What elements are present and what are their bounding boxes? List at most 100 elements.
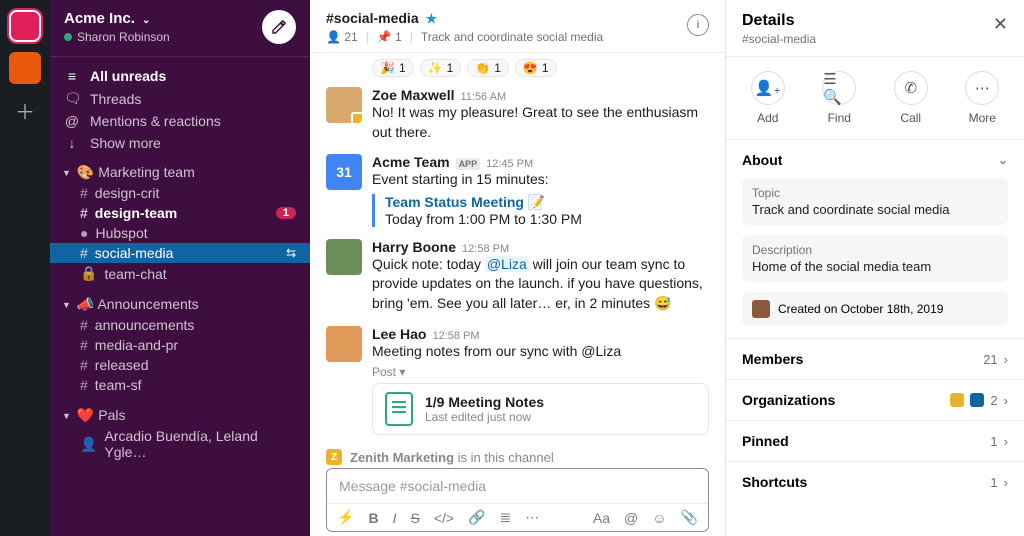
nav-threads[interactable]: 🗨Threads <box>50 87 310 110</box>
post-attachment[interactable]: 1/9 Meeting Notes Last edited just now <box>372 383 709 435</box>
composer-input[interactable]: Message #social-media <box>327 469 708 503</box>
message-row: Lee Hao12:58 PM Meeting notes from our s… <box>326 322 709 444</box>
nav-show-more[interactable]: ↓Show more <box>50 132 310 154</box>
workspace-tile-active[interactable] <box>9 10 41 42</box>
message-time: 11:56 AM <box>460 91 506 103</box>
add-person-icon: 👤₊ <box>751 71 785 105</box>
channel-name: social-media <box>95 245 174 261</box>
workspace-rail: ＋ <box>0 0 50 536</box>
creator-avatar <box>752 300 770 318</box>
close-icon[interactable]: ✕ <box>993 12 1008 35</box>
shortcuts-icon[interactable]: ⚡ <box>337 509 354 526</box>
mention-icon[interactable]: @ <box>624 510 638 526</box>
reaction-pill[interactable]: 👏1 <box>467 59 509 77</box>
details-add-button[interactable]: 👤₊Add <box>751 71 785 125</box>
organizations-row[interactable]: Organizations 2 › <box>726 380 1024 421</box>
strike-icon[interactable]: S <box>410 510 419 526</box>
attach-icon[interactable]: 📎 <box>681 509 698 526</box>
add-workspace-button[interactable]: ＋ <box>9 94 41 126</box>
reaction-pill[interactable]: ✨1 <box>420 59 462 77</box>
more-format-icon[interactable]: ⋯ <box>525 509 539 526</box>
nav-all-unreads[interactable]: ≡All unreads <box>50 65 310 87</box>
description-field[interactable]: Description Home of the social media tea… <box>742 235 1008 282</box>
avatar[interactable]: 31 <box>326 154 362 190</box>
reaction-pill[interactable]: 😍1 <box>515 59 557 77</box>
current-user[interactable]: Sharon Robinson <box>64 30 170 44</box>
doc-title: 1/9 Meeting Notes <box>425 394 544 410</box>
compose-button[interactable] <box>262 10 296 44</box>
channel-title[interactable]: #social-media ★ <box>326 10 603 27</box>
details-more-button[interactable]: ⋯More <box>965 71 999 125</box>
message-author[interactable]: Acme Team <box>372 154 450 170</box>
message-author[interactable]: Harry Boone <box>372 239 456 255</box>
code-icon[interactable]: </> <box>434 510 454 526</box>
doc-subtitle: Last edited just now <box>425 410 544 424</box>
dm-item[interactable]: 👤Arcadio Buendía, Leland Ygle… <box>50 426 310 462</box>
message-author[interactable]: Zoe Maxwell <box>372 87 454 103</box>
link-icon[interactable]: 🔗 <box>468 509 485 526</box>
channel-topic-inline[interactable]: Track and coordinate social media <box>421 30 603 44</box>
download-icon: ↓ <box>64 135 80 151</box>
channel-item[interactable]: #media-and-pr <box>50 335 310 355</box>
avatar[interactable] <box>326 326 362 362</box>
channel-item[interactable]: #design-team1 <box>50 203 310 223</box>
pinned-row[interactable]: Pinned 1 › <box>726 421 1024 462</box>
member-count[interactable]: 👤 21 <box>326 30 358 44</box>
details-find-button[interactable]: ☰🔍Find <box>822 71 856 125</box>
channel-prefix-icon: # <box>80 205 88 221</box>
section-marketing-header[interactable]: ▼🎨 Marketing team <box>50 158 310 183</box>
org-icon <box>970 393 984 407</box>
event-time: Today from 1:00 PM to 1:30 PM <box>385 211 582 227</box>
channel-item[interactable]: ●Hubspot <box>50 223 310 243</box>
event-title[interactable]: Team Status Meeting 📝 <box>385 194 582 211</box>
post-label[interactable]: Post ▾ <box>372 365 709 379</box>
channel-name: design-crit <box>95 185 160 201</box>
topic-field[interactable]: Topic Track and coordinate social media <box>742 178 1008 225</box>
section-pals-header[interactable]: ▼❤️ Pals <box>50 401 310 426</box>
message-body: Meeting notes from our sync with @Liza <box>372 342 709 362</box>
channel-prefix-icon: # <box>80 317 88 333</box>
info-icon[interactable]: i <box>687 14 709 36</box>
section-announcements-header[interactable]: ▼📣 Announcements <box>50 290 310 315</box>
pin-count[interactable]: 📌 1 <box>377 30 402 44</box>
chevron-right-icon: › <box>1004 393 1008 408</box>
members-row[interactable]: Members 21 › <box>726 339 1024 380</box>
channel-item[interactable]: #team-sf <box>50 375 310 395</box>
org-icon: Z <box>326 449 342 465</box>
channel-prefix-icon: # <box>80 185 88 201</box>
channel-item[interactable]: 🔒team-chat <box>50 263 310 284</box>
details-panel: Details #social-media ✕ 👤₊Add ☰🔍Find ✆Ca… <box>726 0 1024 536</box>
text-format-icon[interactable]: Aa <box>593 510 610 526</box>
message-body: Quick note: today @Liza will join our te… <box>372 255 709 314</box>
about-section-header[interactable]: About⌄ <box>742 152 1008 168</box>
message-composer[interactable]: Message #social-media ⚡ B I S </> 🔗 ≣ ⋯ … <box>326 468 709 532</box>
channel-item[interactable]: #released <box>50 355 310 375</box>
mention[interactable]: @Liza <box>485 256 529 272</box>
avatar[interactable] <box>326 87 362 123</box>
more-icon: ⋯ <box>965 71 999 105</box>
italic-icon[interactable]: I <box>393 510 397 526</box>
team-switcher[interactable]: Acme Inc. ⌄ <box>64 10 170 27</box>
channel-item[interactable]: #announcements <box>50 315 310 335</box>
workspace-tile-2[interactable] <box>9 52 41 84</box>
star-icon[interactable]: ★ <box>426 11 438 26</box>
avatar[interactable] <box>326 239 362 275</box>
caret-down-icon: ▼ <box>62 300 71 310</box>
sidebar: Acme Inc. ⌄ Sharon Robinson ≡All unreads… <box>50 0 310 536</box>
emoji-icon[interactable]: ☺ <box>652 510 666 526</box>
chevron-right-icon: › <box>1004 434 1008 449</box>
channel-item[interactable]: #social-media⇆ <box>50 243 310 263</box>
bold-icon[interactable]: B <box>368 510 378 526</box>
details-call-button[interactable]: ✆Call <box>894 71 928 125</box>
message-time: 12:58 PM <box>462 243 509 255</box>
channel-prefix-icon: # <box>80 377 88 393</box>
list-icon[interactable]: ≣ <box>499 509 511 526</box>
nav-mentions[interactable]: @Mentions & reactions <box>50 110 310 132</box>
shortcuts-row[interactable]: Shortcuts 1 › <box>726 462 1024 502</box>
message-author[interactable]: Lee Hao <box>372 326 426 342</box>
channel-name: design-team <box>95 205 177 221</box>
channel-item[interactable]: # design-crit <box>50 183 310 203</box>
channel-prefix-icon: 🔒 <box>80 265 97 282</box>
channel-name: media-and-pr <box>95 337 178 353</box>
reaction-pill[interactable]: 🎉1 <box>372 59 414 77</box>
